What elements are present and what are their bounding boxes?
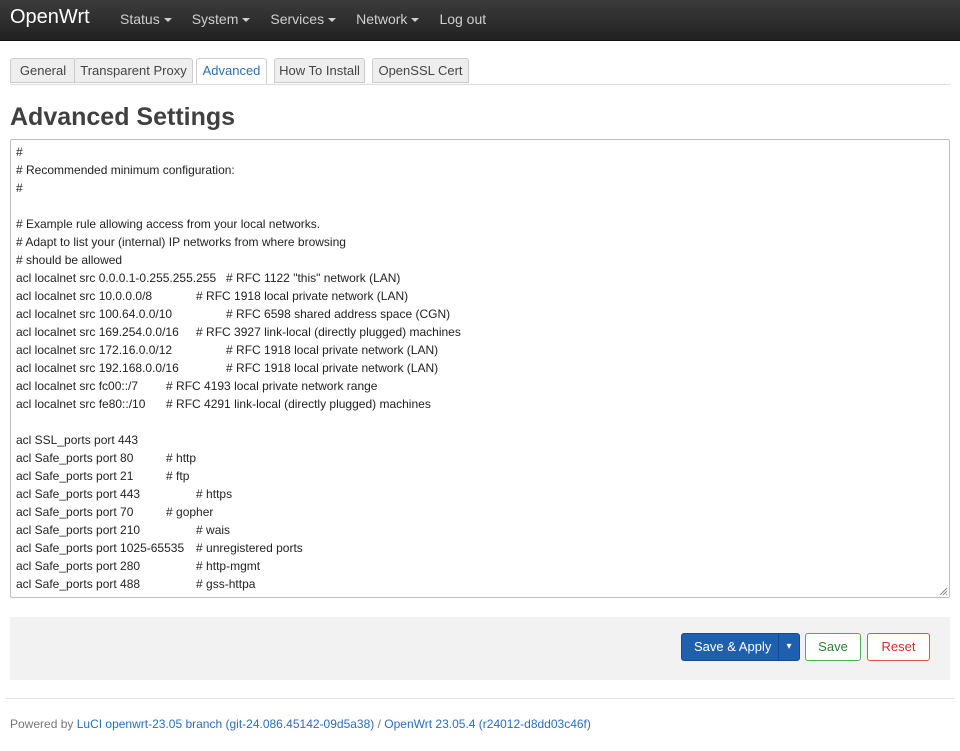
footer-separator: / (377, 717, 381, 731)
menu-system-label: System (191, 11, 239, 27)
tab-how-to-install[interactable]: How To Install (274, 58, 365, 83)
brand-logo[interactable]: OpenWrt (10, 6, 90, 29)
menu-services[interactable]: Services (260, 0, 346, 40)
menu-services-label: Services (270, 11, 325, 27)
tab-general[interactable]: General (10, 58, 76, 83)
config-textarea[interactable]: # # Recommended minimum configuration: #… (10, 139, 950, 598)
resize-grip-icon[interactable] (938, 586, 948, 596)
main-menu: Status System Services Network Log out (110, 0, 496, 40)
footer: Powered by LuCI openwrt-23.05 branch (gi… (10, 717, 591, 731)
chevron-down-icon (242, 18, 251, 23)
menu-status-label: Status (120, 11, 160, 27)
config-text[interactable]: # # Recommended minimum configuration: #… (16, 143, 461, 597)
tab-transparent-proxy[interactable]: Transparent Proxy (74, 58, 193, 83)
form-actions: Save & Apply ▾ Save Reset (10, 617, 950, 680)
menu-system[interactable]: System (182, 0, 261, 40)
menu-network[interactable]: Network (346, 0, 429, 40)
tab-advanced[interactable]: Advanced (196, 58, 267, 84)
save-apply-dropdown-toggle[interactable]: ▾ (778, 634, 799, 660)
tab-bar: General Transparent Proxy Advanced How T… (10, 58, 950, 85)
chevron-down-icon (411, 18, 420, 23)
openwrt-version-link[interactable]: OpenWrt 23.05.4 (r24012-d8dd03c46f) (384, 717, 591, 731)
menu-status[interactable]: Status (110, 0, 182, 40)
top-navbar: OpenWrt Status System Services Network L… (0, 0, 960, 41)
save-apply-label: Save & Apply (694, 639, 772, 654)
page-title: Advanced Settings (10, 103, 236, 131)
tab-openssl-cert[interactable]: OpenSSL Cert (372, 58, 469, 83)
reset-button[interactable]: Reset (867, 633, 930, 661)
powered-by-text: Powered by (10, 717, 74, 731)
save-apply-button[interactable]: Save & Apply ▾ (681, 633, 800, 661)
chevron-down-icon (163, 18, 172, 23)
footer-divider (5, 698, 955, 699)
menu-network-label: Network (356, 11, 408, 27)
menu-logout[interactable]: Log out (429, 0, 496, 40)
luci-version-link[interactable]: LuCI openwrt-23.05 branch (git-24.086.45… (77, 717, 375, 731)
chevron-down-icon (328, 18, 337, 23)
save-button[interactable]: Save (805, 633, 861, 661)
